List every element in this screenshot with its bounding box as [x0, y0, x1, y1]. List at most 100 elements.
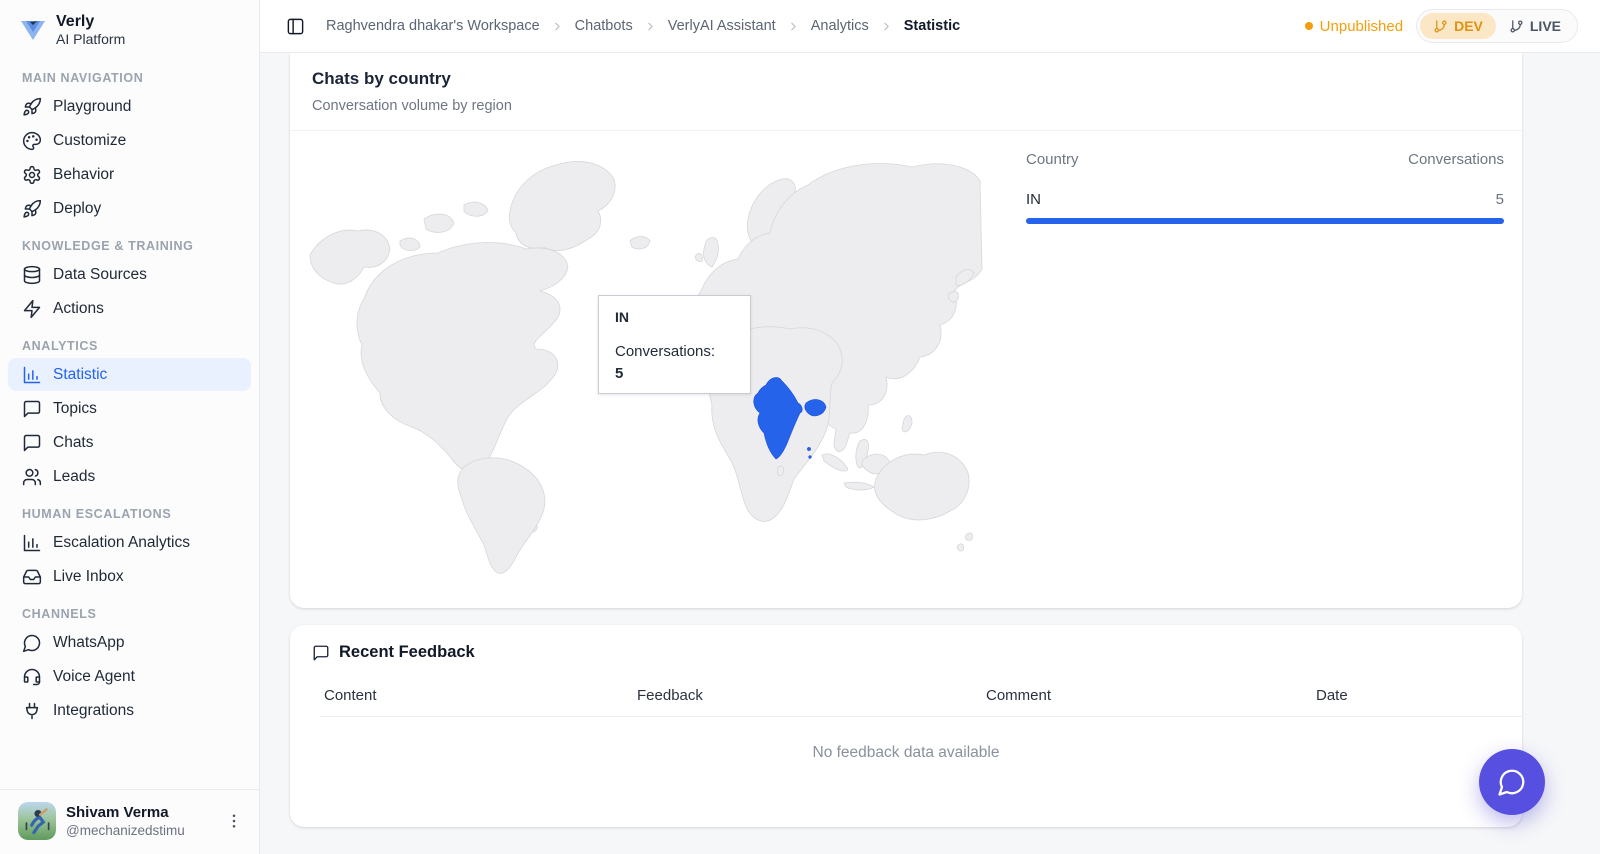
- sidebar-item-voice-agent[interactable]: Voice Agent: [8, 660, 251, 693]
- sidebar-item-chats[interactable]: Chats: [8, 426, 251, 459]
- sidebar-item-deploy[interactable]: Deploy: [8, 192, 251, 225]
- plug-icon: [22, 701, 42, 721]
- sidebar-item-whatsapp[interactable]: WhatsApp: [8, 626, 251, 659]
- breadcrumb-analytics[interactable]: Analytics: [811, 18, 869, 34]
- user-menu-button[interactable]: [223, 807, 245, 835]
- chevron-right-icon: [880, 20, 893, 33]
- sidebar-item-live-inbox[interactable]: Live Inbox: [8, 560, 251, 593]
- table-divider: [320, 716, 1522, 717]
- sidebar-item-escalation-analytics[interactable]: Escalation Analytics: [8, 526, 251, 559]
- section-label-main-navigation: MAIN NAVIGATION: [8, 58, 251, 90]
- sidebar-item-behavior[interactable]: Behavior: [8, 158, 251, 191]
- kebab-menu-icon: [225, 812, 243, 830]
- sidebar-item-label: Actions: [53, 298, 104, 319]
- empty-state-message: No feedback data available: [290, 744, 1522, 762]
- user-meta: Shivam Verma @mechanizedstimu: [66, 803, 213, 839]
- chat-bubble-icon: [1497, 767, 1527, 797]
- map-tooltip: IN Conversations: 5: [598, 295, 751, 394]
- section-label-knowledge-training: KNOWLEDGE & TRAINING: [8, 226, 251, 258]
- sidebar-item-leads[interactable]: Leads: [8, 460, 251, 493]
- conversation-bar: [1026, 218, 1504, 224]
- sidebar-item-label: WhatsApp: [53, 632, 125, 653]
- live-environment-button[interactable]: LIVE: [1496, 13, 1574, 39]
- breadcrumb-workspace[interactable]: Raghvendra dhakar's Workspace: [326, 18, 540, 34]
- sidebar-item-label: Deploy: [53, 198, 101, 219]
- sidebar-toggle-button[interactable]: [282, 13, 308, 39]
- breadcrumb: Raghvendra dhakar's Workspace Chatbots V…: [326, 18, 960, 34]
- bar-chart-icon: [22, 365, 42, 385]
- chevron-right-icon: [551, 20, 564, 33]
- user-profile[interactable]: Shivam Verma @mechanizedstimu: [0, 789, 259, 854]
- column-date: Date: [1316, 687, 1500, 704]
- country-row-in[interactable]: IN 5: [1026, 191, 1504, 224]
- message-icon: [22, 433, 42, 453]
- country-code: IN: [1026, 191, 1041, 208]
- chats-by-country-card: Chats by country Conversation volume by …: [290, 53, 1522, 608]
- brand-subtitle: AI Platform: [56, 31, 125, 48]
- conversations-column-header: Conversations: [1408, 151, 1504, 168]
- live-label: LIVE: [1530, 18, 1561, 34]
- sidebar-item-label: Data Sources: [53, 264, 147, 285]
- dev-label: DEV: [1454, 18, 1483, 34]
- rocket-icon: [22, 97, 42, 117]
- sidebar-item-label: Chats: [53, 432, 94, 453]
- page-content: Chats by country Conversation volume by …: [260, 53, 1600, 854]
- feedback-table-header: Content Feedback Comment Date: [290, 687, 1522, 704]
- feedback-card-title: Recent Feedback: [339, 643, 475, 662]
- card-title: Chats by country: [312, 68, 1500, 90]
- sidebar-item-data-sources[interactable]: Data Sources: [8, 258, 251, 291]
- brand-text: Verly AI Platform: [56, 12, 125, 48]
- palette-icon: [22, 131, 42, 151]
- brand-name: Verly: [56, 12, 125, 31]
- sidebar-item-label: Voice Agent: [53, 666, 135, 687]
- sidebar-item-label: Integrations: [53, 700, 134, 721]
- headset-icon: [22, 667, 42, 687]
- status-dot-icon: [1305, 22, 1313, 30]
- country-column-header: Country: [1026, 151, 1079, 168]
- user-handle: @mechanizedstimu: [66, 822, 213, 839]
- sidebar-item-customize[interactable]: Customize: [8, 124, 251, 157]
- sidebar-item-statistic[interactable]: Statistic: [8, 358, 251, 391]
- country-list-panel: Country Conversations IN 5: [1026, 151, 1504, 224]
- section-label-analytics: ANALYTICS: [8, 326, 251, 358]
- sidebar-item-actions[interactable]: Actions: [8, 292, 251, 325]
- app-root: Verly AI Platform MAIN NAVIGATION Playgr…: [0, 0, 1600, 854]
- avatar: [18, 802, 56, 840]
- topbar-right: Unpublished DEV LIVE: [1305, 9, 1578, 43]
- sidebar-item-topics[interactable]: Topics: [8, 392, 251, 425]
- panel-left-icon: [286, 17, 305, 36]
- inbox-icon: [22, 567, 42, 587]
- lightning-icon: [22, 299, 42, 319]
- map-card-body: IN Conversations: 5 Country Conversation…: [290, 131, 1522, 592]
- chat-bubble-icon: [22, 633, 42, 653]
- breadcrumb-statistic: Statistic: [904, 18, 960, 34]
- environment-switcher: DEV LIVE: [1416, 9, 1578, 43]
- dev-environment-button[interactable]: DEV: [1420, 13, 1496, 39]
- breadcrumb-assistant[interactable]: VerlyAI Assistant: [668, 18, 776, 34]
- column-comment: Comment: [986, 687, 1316, 704]
- sidebar-item-label: Customize: [53, 130, 126, 151]
- tooltip-value: 5: [615, 365, 734, 382]
- sidebar-item-playground[interactable]: Playground: [8, 90, 251, 123]
- sidebar-item-label: Playground: [53, 96, 131, 117]
- tooltip-label: Conversations:: [615, 342, 734, 361]
- breadcrumb-chatbots[interactable]: Chatbots: [575, 18, 633, 34]
- sidebar-item-integrations[interactable]: Integrations: [8, 694, 251, 727]
- message-icon: [312, 644, 330, 662]
- database-icon: [22, 265, 42, 285]
- brand[interactable]: Verly AI Platform: [0, 0, 259, 58]
- main-area: Raghvendra dhakar's Workspace Chatbots V…: [260, 0, 1600, 854]
- chat-widget-button[interactable]: [1479, 749, 1545, 815]
- section-label-human-escalations: HUMAN ESCALATIONS: [8, 494, 251, 526]
- sidebar-item-label: Topics: [53, 398, 97, 419]
- column-feedback: Feedback: [637, 687, 986, 704]
- sidebar-nav: MAIN NAVIGATION Playground Customize Beh…: [0, 58, 259, 789]
- message-icon: [22, 399, 42, 419]
- conversation-bar-track: [1026, 218, 1504, 224]
- map-card-header: Chats by country Conversation volume by …: [290, 53, 1522, 131]
- users-icon: [22, 467, 42, 487]
- sidebar-item-label: Behavior: [53, 164, 114, 185]
- topbar: Raghvendra dhakar's Workspace Chatbots V…: [260, 0, 1600, 53]
- chevron-right-icon: [644, 20, 657, 33]
- map-region-india-islands: [807, 447, 810, 450]
